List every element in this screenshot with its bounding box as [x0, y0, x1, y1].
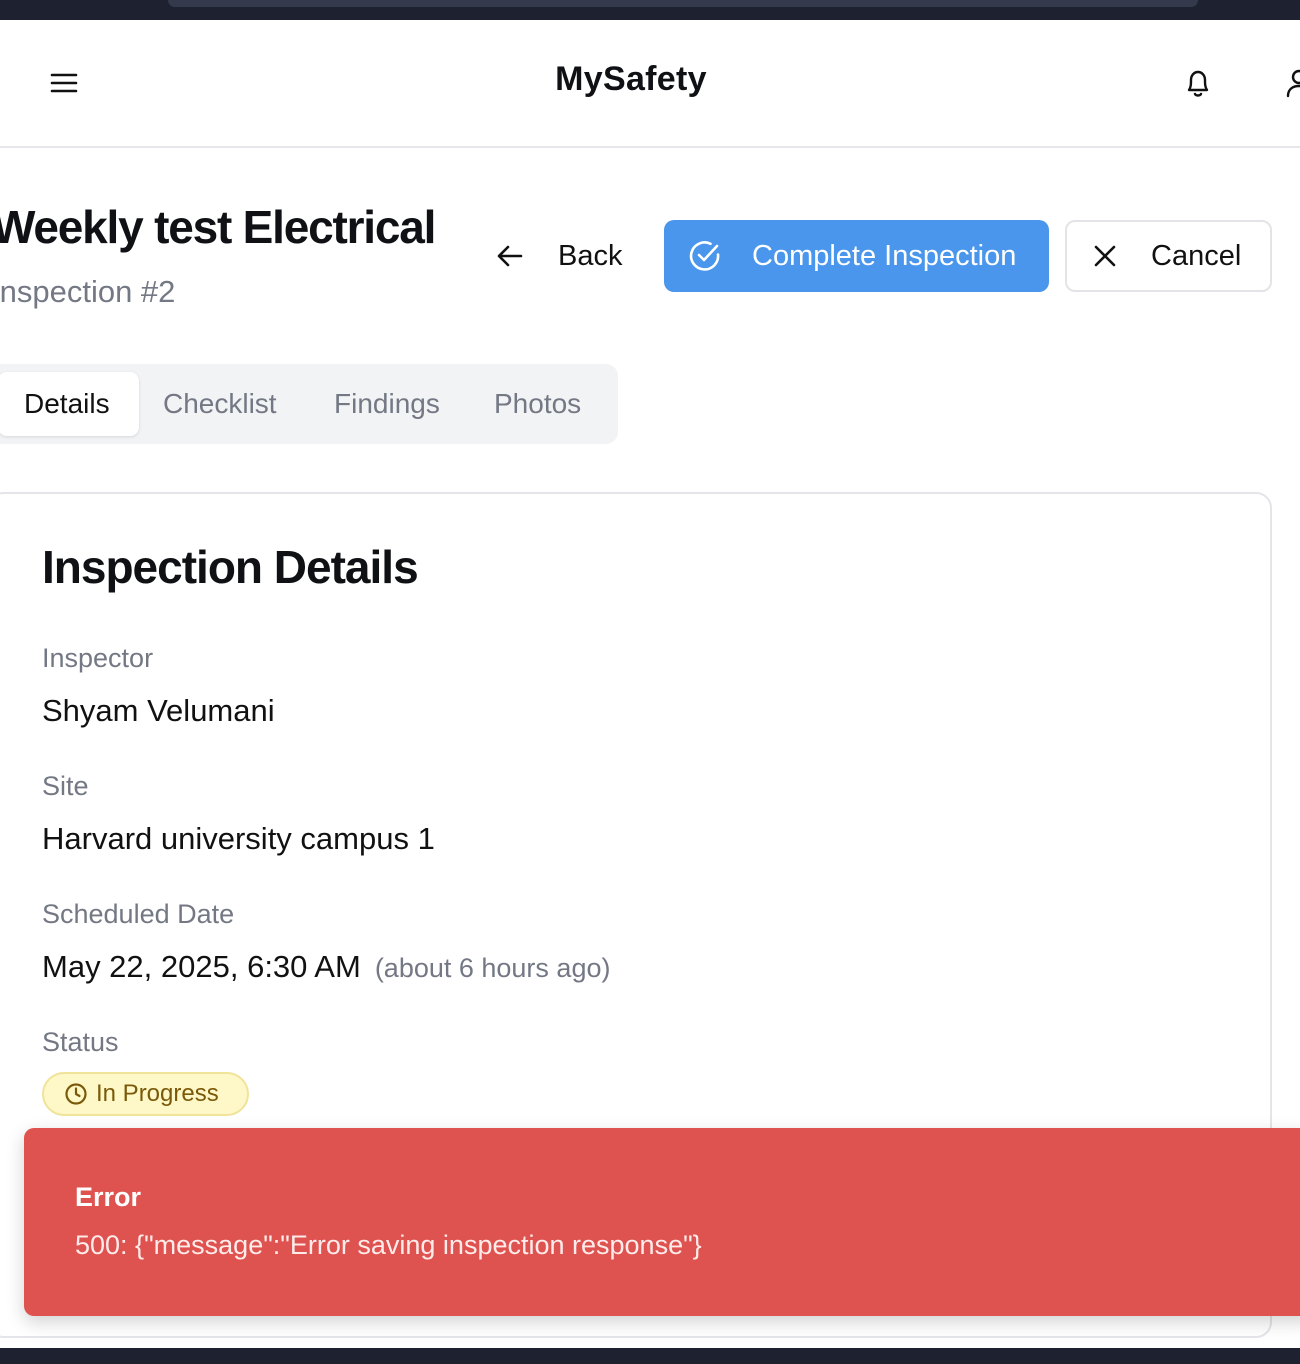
status-badge-label: In Progress [96, 1080, 219, 1107]
scheduled-date-relative: (about 6 hours ago) [374, 953, 611, 983]
error-toast-title: Error [75, 1182, 142, 1212]
details-card-title: Inspection Details [42, 541, 419, 593]
page-subtitle: Inspection #2 [0, 274, 176, 309]
cancel-button-label: Cancel [1151, 239, 1242, 272]
scheduled-date-row: May 22, 2025, 6:30 AM (about 6 hours ago) [42, 949, 610, 985]
tab-details[interactable]: Details [0, 372, 139, 436]
back-button-label: Back [558, 239, 623, 272]
tab-findings[interactable]: Findings [334, 372, 440, 436]
check-circle-icon [688, 239, 722, 273]
site-value: Harvard university campus 1 [42, 821, 435, 856]
clock-icon [64, 1082, 88, 1106]
status-label: Status [42, 1027, 119, 1057]
error-toast-message: 500: {"message":"Error saving inspection… [75, 1230, 702, 1260]
scheduled-date-value: May 22, 2025, 6:30 AM [42, 949, 361, 984]
app-title: MySafety [555, 60, 707, 98]
complete-inspection-label: Complete Inspection [752, 239, 1017, 272]
complete-inspection-button[interactable]: Complete Inspection [664, 220, 1049, 292]
inspection-tabs: Details Checklist Findings Photos [0, 364, 618, 444]
browser-bottom-bar [0, 1348, 1300, 1364]
scheduled-date-label: Scheduled Date [42, 899, 235, 929]
close-icon [1093, 244, 1117, 268]
arrow-left-icon [496, 244, 524, 268]
inspector-value: Shyam Velumani [42, 693, 275, 728]
inspector-label: Inspector [42, 643, 154, 673]
page-title: Weekly test Electrical [0, 201, 436, 253]
cancel-button[interactable]: Cancel [1065, 220, 1272, 292]
back-button[interactable]: Back [482, 220, 642, 292]
site-label: Site [42, 771, 89, 801]
status-badge: In Progress [42, 1072, 249, 1116]
tab-checklist[interactable]: Checklist [163, 372, 277, 436]
user-icon[interactable] [1284, 66, 1300, 100]
browser-top-bar [0, 0, 1300, 20]
bell-icon[interactable] [1182, 66, 1214, 100]
app-header: MySafety [0, 20, 1300, 148]
error-toast[interactable]: Error 500: {"message":"Error saving insp… [24, 1128, 1300, 1316]
tab-photos[interactable]: Photos [494, 372, 581, 436]
browser-address-bar[interactable] [168, 0, 1198, 7]
